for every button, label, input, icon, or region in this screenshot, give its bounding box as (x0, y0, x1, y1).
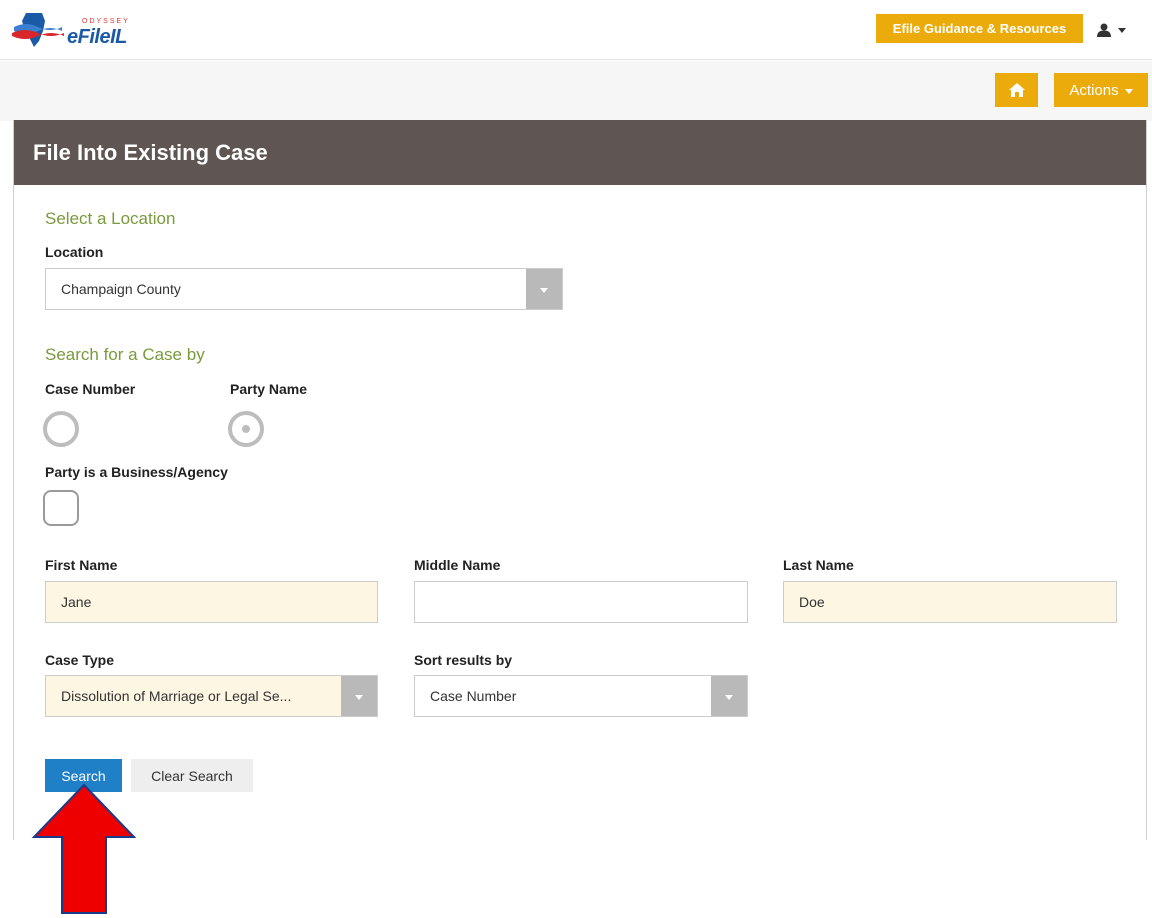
search-by-heading: Search for a Case by (45, 345, 205, 364)
logo-subtitle: ODYSSEY (82, 18, 130, 25)
efile-guidance-button[interactable]: Efile Guidance & Resources (876, 14, 1083, 43)
actions-label: Actions (1069, 81, 1119, 99)
user-menu-dropdown[interactable] (1096, 19, 1136, 41)
clear-search-button[interactable]: Clear Search (131, 759, 253, 792)
action-bar (0, 61, 1152, 121)
business-agency-checkbox[interactable] (43, 490, 79, 526)
case-type-label: Case Type (45, 652, 114, 668)
actions-dropdown-button[interactable]: Actions (1054, 73, 1148, 107)
illinois-map-icon (12, 13, 64, 47)
case-number-radio[interactable] (43, 411, 79, 447)
user-icon (1097, 23, 1111, 37)
location-label: Location (45, 244, 104, 260)
middle-name-field[interactable] (414, 581, 748, 623)
select-location-heading: Select a Location (45, 209, 176, 228)
last-name-field[interactable]: Doe (783, 581, 1117, 623)
location-select-toggle[interactable] (526, 269, 562, 309)
case-type-select-value: Dissolution of Marriage or Legal Se... (61, 688, 292, 704)
first-name-field[interactable]: Jane (45, 581, 378, 623)
location-select[interactable]: Champaign County (45, 268, 563, 310)
logo-title: eFileIL (67, 26, 127, 48)
case-type-select-toggle[interactable] (341, 676, 377, 716)
business-agency-label: Party is a Business/Agency (45, 464, 228, 480)
chevron-down-icon (540, 287, 548, 293)
home-icon (1008, 83, 1025, 97)
chevron-down-icon (725, 694, 733, 700)
panel-header: File Into Existing Case (14, 120, 1146, 185)
last-name-label: Last Name (783, 557, 854, 573)
efileil-logo[interactable]: ODYSSEY eFileIL (12, 8, 152, 52)
file-into-existing-case-panel: File Into Existing Case (13, 120, 1147, 840)
first-name-label: First Name (45, 557, 118, 573)
case-type-select[interactable]: Dissolution of Marriage or Legal Se... (45, 675, 378, 717)
chevron-down-icon (355, 694, 363, 700)
page-title: File Into Existing Case (33, 140, 268, 165)
sort-results-select-value: Case Number (430, 688, 517, 704)
top-navbar: ODYSSEY eFileIL Efile Guidance & Resourc… (0, 0, 1152, 60)
location-select-value: Champaign County (61, 281, 181, 297)
party-name-option-label: Party Name (230, 381, 308, 397)
sort-results-select[interactable]: Case Number (414, 675, 748, 717)
chevron-down-icon (1124, 88, 1133, 94)
annotation-arrow-icon (31, 783, 137, 914)
party-name-radio[interactable] (228, 411, 264, 447)
sort-results-select-toggle[interactable] (711, 676, 747, 716)
middle-name-label: Middle Name (414, 557, 501, 573)
case-number-option-label: Case Number (45, 381, 136, 397)
chevron-down-icon (1118, 27, 1126, 33)
home-button[interactable] (995, 73, 1038, 107)
sort-results-label: Sort results by (414, 652, 513, 668)
